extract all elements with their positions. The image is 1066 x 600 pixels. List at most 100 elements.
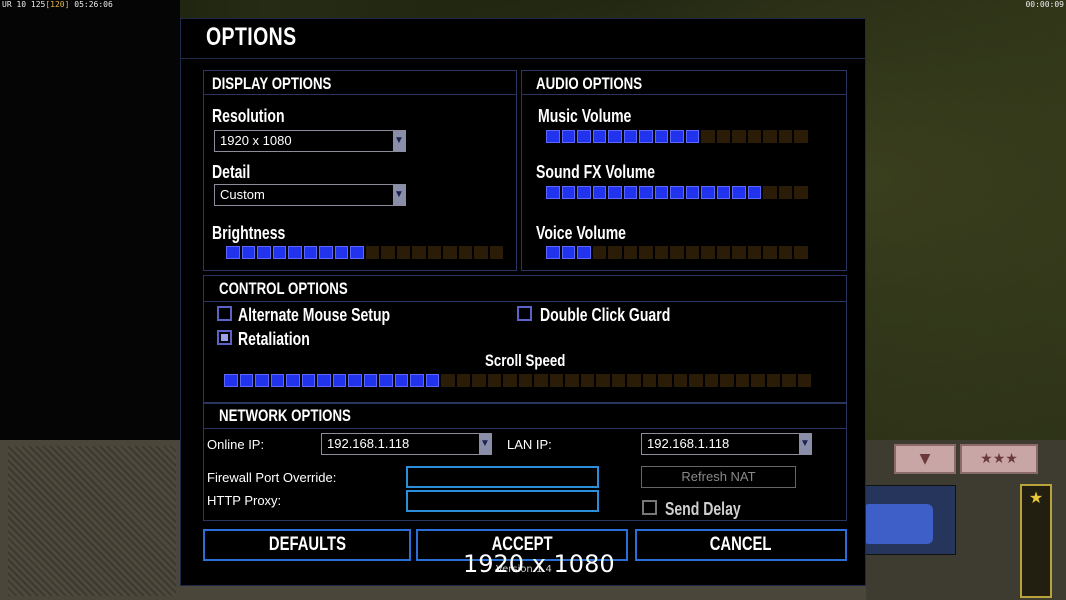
chevron-down-icon[interactable]: ▼	[393, 131, 405, 151]
level-segment[interactable]	[763, 246, 777, 259]
level-segment[interactable]	[732, 246, 746, 259]
level-segment[interactable]	[561, 130, 575, 143]
level-segment[interactable]	[689, 374, 703, 387]
level-segment[interactable]	[577, 130, 591, 143]
level-segment[interactable]	[549, 374, 563, 387]
retaliation-checkbox[interactable]	[217, 330, 232, 345]
level-segment[interactable]	[317, 374, 331, 387]
defaults-button[interactable]: DEFAULTS	[203, 529, 411, 561]
level-segment[interactable]	[639, 186, 653, 199]
level-segment[interactable]	[561, 246, 575, 259]
level-segment[interactable]	[639, 130, 653, 143]
level-segment[interactable]	[518, 374, 532, 387]
level-segment[interactable]	[334, 246, 348, 259]
level-segment[interactable]	[747, 246, 761, 259]
level-segment[interactable]	[623, 246, 637, 259]
level-segment[interactable]	[489, 246, 503, 259]
level-segment[interactable]	[654, 186, 668, 199]
level-segment[interactable]	[474, 246, 488, 259]
level-segment[interactable]	[257, 246, 271, 259]
level-segment[interactable]	[350, 246, 364, 259]
send-delay-checkbox[interactable]	[642, 500, 657, 515]
chevron-down-icon[interactable]: ▼	[479, 434, 491, 454]
chevron-down-icon[interactable]: ▼	[799, 434, 811, 454]
level-segment[interactable]	[301, 374, 315, 387]
level-segment[interactable]	[778, 130, 792, 143]
scroll-speed-slider[interactable]	[224, 374, 811, 387]
level-segment[interactable]	[654, 246, 668, 259]
level-segment[interactable]	[747, 130, 761, 143]
double-click-guard-checkbox[interactable]	[517, 306, 532, 321]
level-segment[interactable]	[534, 374, 548, 387]
level-segment[interactable]	[561, 186, 575, 199]
level-segment[interactable]	[670, 130, 684, 143]
level-segment[interactable]	[255, 374, 269, 387]
level-segment[interactable]	[732, 186, 746, 199]
level-segment[interactable]	[224, 374, 238, 387]
level-segment[interactable]	[348, 374, 362, 387]
hud-down-button[interactable]: ▼	[894, 444, 956, 474]
level-segment[interactable]	[732, 130, 746, 143]
level-segment[interactable]	[794, 246, 808, 259]
level-segment[interactable]	[546, 186, 560, 199]
level-segment[interactable]	[546, 130, 560, 143]
level-segment[interactable]	[701, 130, 715, 143]
firewall-port-input[interactable]	[406, 466, 599, 488]
level-segment[interactable]	[577, 246, 591, 259]
level-segment[interactable]	[763, 186, 777, 199]
level-segment[interactable]	[270, 374, 284, 387]
level-segment[interactable]	[716, 246, 730, 259]
level-segment[interactable]	[685, 130, 699, 143]
level-segment[interactable]	[794, 130, 808, 143]
level-segment[interactable]	[670, 186, 684, 199]
level-segment[interactable]	[472, 374, 486, 387]
level-segment[interactable]	[778, 186, 792, 199]
level-segment[interactable]	[394, 374, 408, 387]
level-segment[interactable]	[272, 246, 286, 259]
level-segment[interactable]	[623, 186, 637, 199]
level-segment[interactable]	[596, 374, 610, 387]
level-segment[interactable]	[685, 246, 699, 259]
level-segment[interactable]	[456, 374, 470, 387]
level-segment[interactable]	[303, 246, 317, 259]
level-segment[interactable]	[443, 246, 457, 259]
refresh-nat-button[interactable]: Refresh NAT	[641, 466, 796, 488]
level-segment[interactable]	[794, 186, 808, 199]
level-segment[interactable]	[639, 246, 653, 259]
resolution-dropdown[interactable]: 1920 x 1080 ▼	[214, 130, 406, 152]
level-segment[interactable]	[608, 186, 622, 199]
level-segment[interactable]	[427, 246, 441, 259]
level-segment[interactable]	[381, 246, 395, 259]
level-segment[interactable]	[425, 374, 439, 387]
level-segment[interactable]	[751, 374, 765, 387]
level-segment[interactable]	[685, 186, 699, 199]
level-segment[interactable]	[396, 246, 410, 259]
level-segment[interactable]	[608, 246, 622, 259]
level-segment[interactable]	[778, 246, 792, 259]
lan-ip-dropdown[interactable]: 192.168.1.118 ▼	[641, 433, 812, 455]
level-segment[interactable]	[503, 374, 517, 387]
http-proxy-input[interactable]	[406, 490, 599, 512]
level-segment[interactable]	[782, 374, 796, 387]
level-segment[interactable]	[241, 246, 255, 259]
level-segment[interactable]	[611, 374, 625, 387]
level-segment[interactable]	[565, 374, 579, 387]
level-segment[interactable]	[763, 130, 777, 143]
detail-dropdown[interactable]: Custom ▼	[214, 184, 406, 206]
level-segment[interactable]	[735, 374, 749, 387]
level-segment[interactable]	[286, 374, 300, 387]
level-segment[interactable]	[642, 374, 656, 387]
level-segment[interactable]	[332, 374, 346, 387]
level-segment[interactable]	[654, 130, 668, 143]
level-segment[interactable]	[592, 130, 606, 143]
level-segment[interactable]	[704, 374, 718, 387]
level-segment[interactable]	[797, 374, 811, 387]
level-segment[interactable]	[458, 246, 472, 259]
level-segment[interactable]	[627, 374, 641, 387]
level-segment[interactable]	[363, 374, 377, 387]
level-segment[interactable]	[365, 246, 379, 259]
level-segment[interactable]	[623, 130, 637, 143]
level-segment[interactable]	[577, 186, 591, 199]
level-segment[interactable]	[747, 186, 761, 199]
level-segment[interactable]	[592, 246, 606, 259]
